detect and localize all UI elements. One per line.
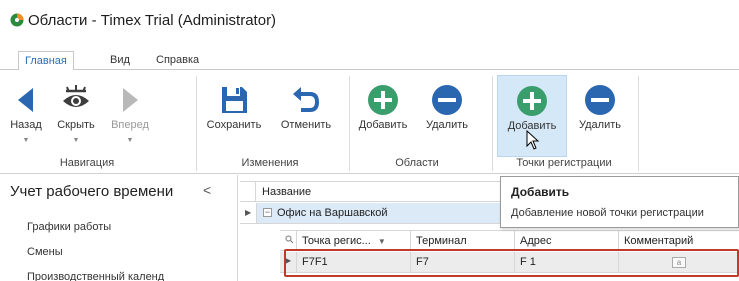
- group-divider: [492, 76, 493, 171]
- column-header-name[interactable]: Название: [262, 186, 311, 198]
- undo-icon: [293, 87, 320, 112]
- minus-circle-icon: [432, 85, 462, 115]
- ribbon: Назад ▼ Скрыть ▼ Вперед ▼ Навигация Сохр…: [0, 70, 739, 174]
- group-navigation-label: Навигация: [59, 157, 115, 169]
- collapse-panel-button[interactable]: <: [203, 182, 211, 198]
- eye-slash-icon: [63, 85, 89, 107]
- sort-dropdown-icon[interactable]: ▼: [378, 237, 386, 246]
- save-button[interactable]: Сохранить: [198, 75, 270, 153]
- group-changes-label: Изменения: [241, 157, 299, 169]
- floppy-disk-icon: [222, 87, 247, 113]
- point-delete-button[interactable]: Удалить: [569, 75, 631, 153]
- tab-view[interactable]: Вид: [104, 51, 136, 70]
- hide-button[interactable]: Скрыть ▼: [50, 75, 102, 153]
- tab-help[interactable]: Справка: [150, 51, 205, 70]
- area-delete-label: Удалить: [426, 119, 468, 131]
- minus-circle-icon: [585, 85, 615, 115]
- navigation-panel: Учет рабочего времени < Графики работы С…: [0, 175, 238, 281]
- group-areas-label: Области: [395, 157, 439, 169]
- chevron-down-icon: ▼: [22, 137, 30, 144]
- save-label: Сохранить: [206, 119, 262, 131]
- column-header-address[interactable]: Адрес: [514, 231, 618, 251]
- nav-item-schedules[interactable]: Графики работы: [27, 221, 111, 233]
- group-row-name: Офис на Варшавской: [277, 207, 388, 219]
- window-title: Области - Timex Trial (Administrator): [28, 12, 277, 29]
- back-label: Назад: [10, 119, 42, 131]
- plus-circle-icon: [368, 85, 398, 115]
- detail-grid-header: Точка регис... ▼ Терминал Адрес Коммента…: [280, 230, 739, 251]
- grid-indent-cell: [240, 182, 256, 202]
- mouse-cursor-icon: [526, 130, 540, 150]
- group-divider: [349, 76, 350, 171]
- arrow-right-icon: [123, 88, 138, 112]
- area-add-button[interactable]: Добавить: [352, 75, 414, 153]
- collapse-icon[interactable]: −: [263, 208, 272, 217]
- cancel-button[interactable]: Отменить: [272, 75, 340, 153]
- column-header-point-label: Точка регис...: [302, 235, 371, 247]
- row-indicator-icon: ▶: [245, 208, 252, 217]
- plus-circle-icon: [517, 86, 547, 116]
- nav-header: Учет рабочего времени: [10, 183, 174, 200]
- area-delete-button[interactable]: Удалить: [416, 75, 478, 153]
- column-header-comment[interactable]: Комментарий: [618, 231, 739, 251]
- cancel-label: Отменить: [280, 119, 332, 131]
- chevron-down-icon: ▼: [72, 137, 80, 144]
- group-divider: [638, 76, 639, 171]
- tab-home[interactable]: Главная: [18, 51, 74, 71]
- forward-label: Вперед: [111, 119, 149, 131]
- point-delete-label: Удалить: [579, 119, 621, 131]
- nav-item-shifts[interactable]: Смены: [27, 246, 63, 258]
- tooltip: Добавить Добавление новой точки регистра…: [500, 176, 739, 228]
- app-logo-icon: [10, 13, 24, 27]
- chevron-down-icon: ▼: [126, 137, 134, 144]
- column-header-point[interactable]: Точка регис... ▼: [296, 231, 410, 251]
- tooltip-title: Добавить: [511, 185, 570, 199]
- hide-label: Скрыть: [57, 119, 95, 131]
- area-add-label: Добавить: [358, 119, 408, 131]
- forward-button[interactable]: Вперед ▼: [104, 75, 156, 153]
- back-button[interactable]: Назад ▼: [0, 75, 52, 153]
- search-icon[interactable]: [280, 231, 296, 251]
- group-points-label: Точки регистрации: [516, 157, 612, 169]
- nav-item-calendar[interactable]: Производственный календ: [27, 271, 164, 281]
- group-divider: [196, 76, 197, 171]
- tooltip-text: Добавление новой точки регистрации: [511, 207, 704, 219]
- arrow-left-icon: [18, 88, 33, 112]
- title-bar: Области - Timex Trial (Administrator): [0, 0, 739, 42]
- highlight-frame: [284, 249, 739, 277]
- ribbon-tabs: Главная Вид Справка: [0, 51, 739, 71]
- column-header-terminal[interactable]: Терминал: [410, 231, 514, 251]
